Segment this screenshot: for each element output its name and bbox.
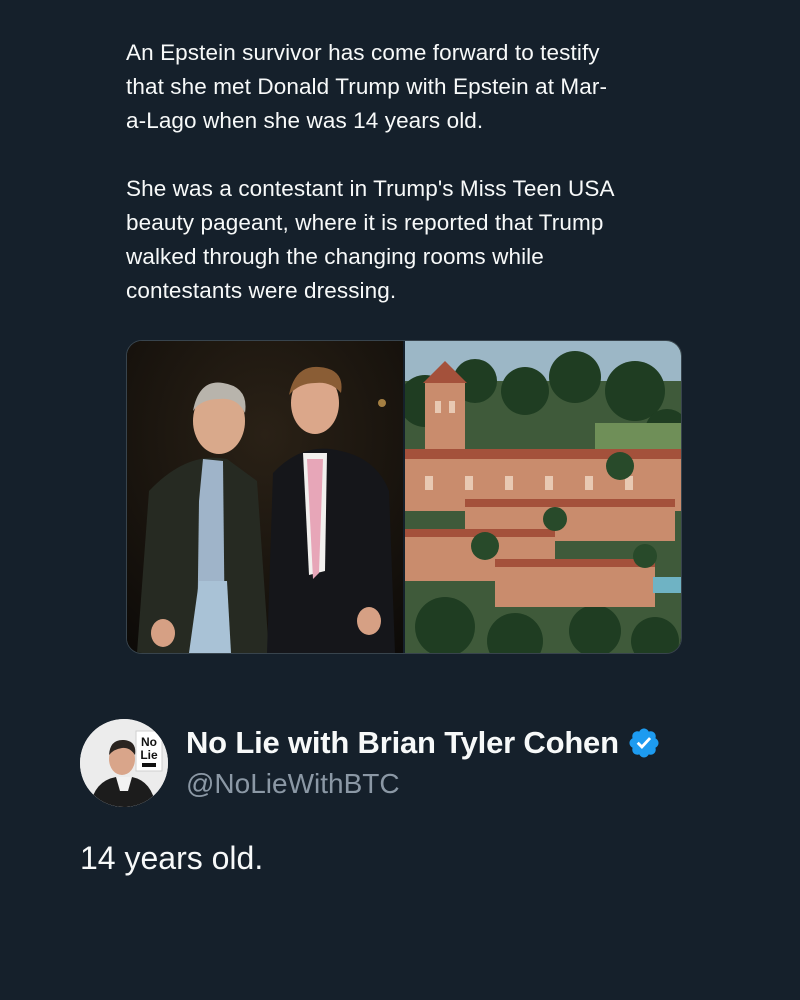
tweet-text: 14 years old. [80, 840, 264, 876]
display-name-row: No Lie with Brian Tyler Cohen [186, 722, 661, 764]
verified-badge-icon[interactable] [627, 726, 661, 760]
quoted-paragraph-2: She was a contestant in Trump's Miss Tee… [126, 176, 615, 303]
svg-text:No: No [141, 735, 157, 749]
quoted-tweet-text: An Epstein survivor has come forward to … [126, 36, 686, 308]
author-handle[interactable]: @NoLieWithBTC [186, 768, 661, 800]
display-name[interactable]: No Lie with Brian Tyler Cohen [186, 725, 619, 761]
svg-text:Lie: Lie [140, 748, 158, 762]
photo-two-men[interactable] [127, 341, 403, 653]
avatar[interactable]: No Lie [80, 719, 168, 807]
author-row[interactable]: No Lie No Lie with Brian Tyler Cohen @No… [80, 718, 661, 808]
quoted-media-grid[interactable] [126, 340, 682, 654]
avatar-image: No Lie [80, 719, 168, 807]
photo-estate-aerial[interactable] [405, 341, 681, 653]
quoted-paragraph-1: An Epstein survivor has come forward to … [126, 40, 608, 133]
quoted-tweet[interactable]: An Epstein survivor has come forward to … [126, 36, 686, 308]
photo-estate-aerial-image [405, 341, 681, 653]
photo-two-men-image [127, 341, 403, 653]
author-meta: No Lie with Brian Tyler Cohen @NoLieWith… [186, 722, 661, 800]
